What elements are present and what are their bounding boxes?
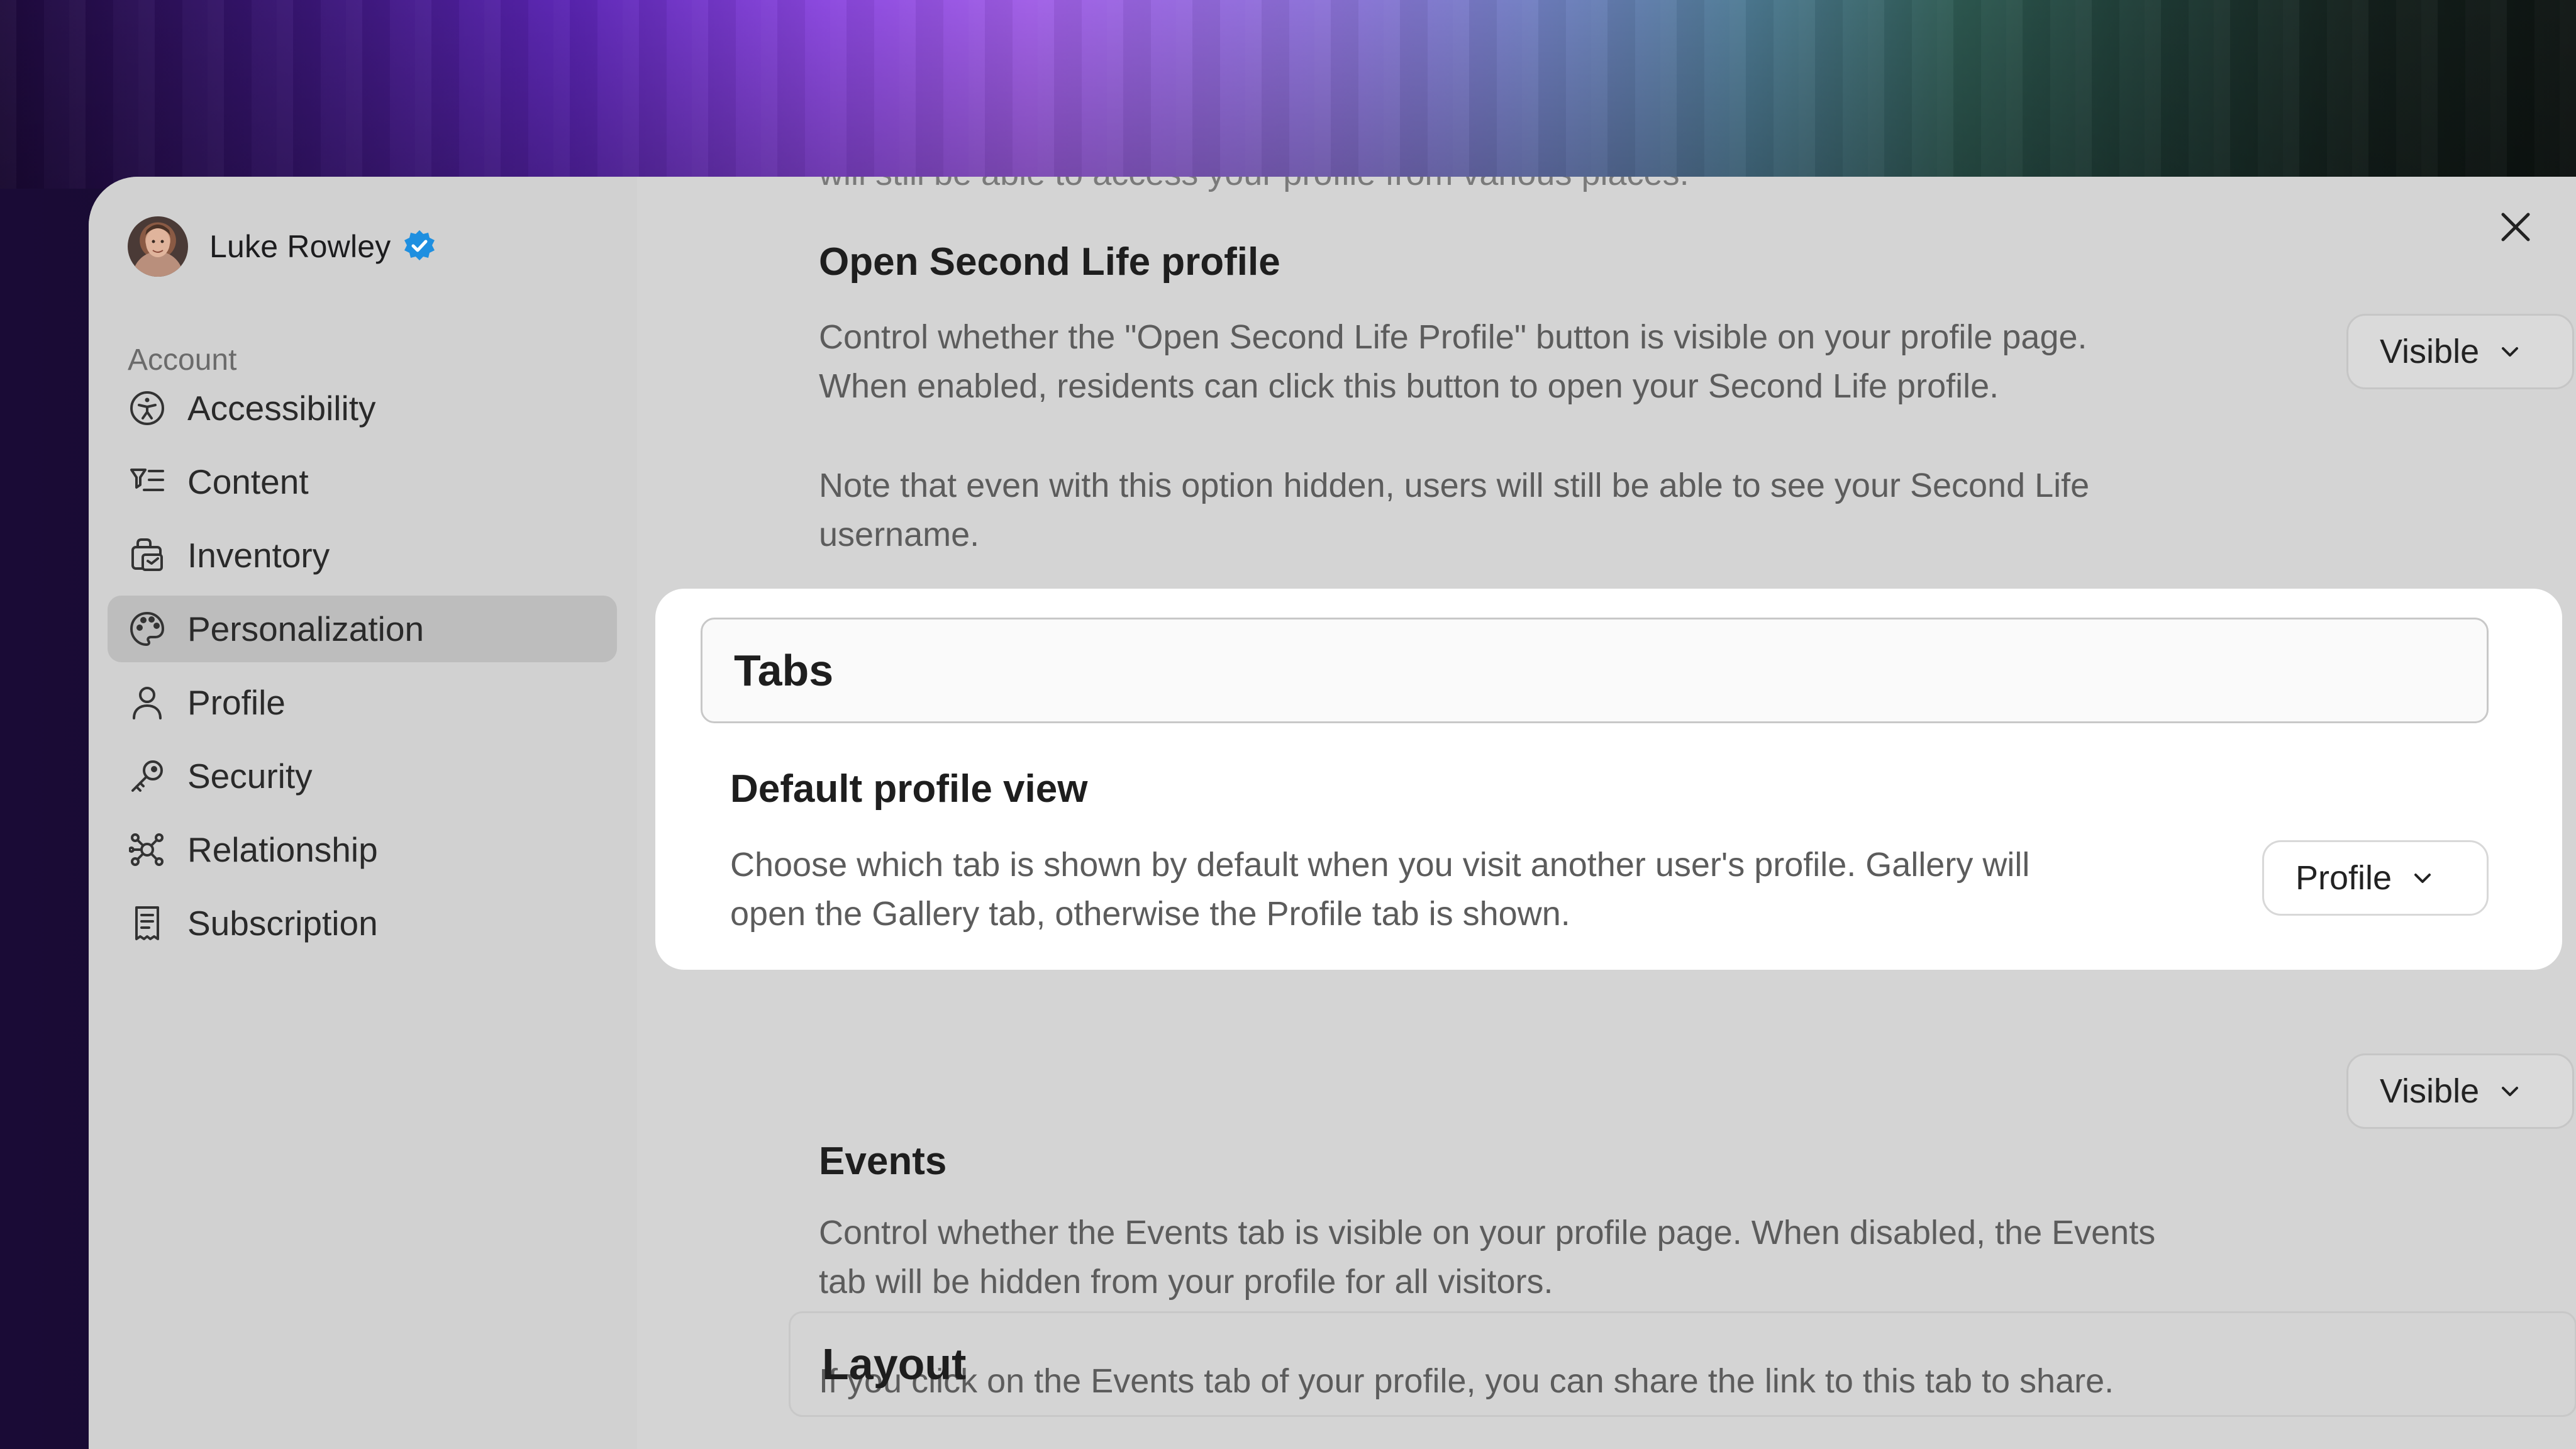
chevron-down-icon xyxy=(2502,347,2519,357)
sidebar-item-relationship[interactable]: Relationship xyxy=(108,816,617,883)
open-sl-profile-description-2: When enabled, residents can click this b… xyxy=(819,367,1999,405)
sidebar-nav: Accessibility Content Inventory Personal… xyxy=(108,375,617,963)
sidebar-section-label: Account xyxy=(128,343,237,377)
sidebar-item-profile[interactable]: Profile xyxy=(108,669,617,736)
sidebar-item-label: Inventory xyxy=(187,536,330,575)
user-name: Luke Rowley xyxy=(209,229,391,264)
tabs-section-header: Tabs xyxy=(701,618,2489,723)
layout-section-header: Layout xyxy=(789,1311,2576,1417)
sidebar-item-subscription[interactable]: Subscription xyxy=(108,890,617,957)
user-header[interactable]: Luke Rowley xyxy=(128,216,437,277)
accessibility-icon xyxy=(130,391,164,425)
avatar xyxy=(128,216,188,277)
events-description-2: tab will be hidden from your profile for… xyxy=(819,1263,1553,1301)
network-icon xyxy=(129,833,164,866)
cut-off-text: will still be able to access your profil… xyxy=(819,177,1689,198)
open-sl-profile-title: Open Second Life profile xyxy=(819,240,1280,284)
sidebar-item-label: Profile xyxy=(187,683,286,722)
default-profile-view-select[interactable]: Profile xyxy=(2262,840,2489,916)
key-icon xyxy=(131,760,163,792)
close-icon[interactable] xyxy=(2497,208,2534,246)
person-icon xyxy=(133,687,162,719)
open-sl-profile-visibility-select[interactable]: Visible xyxy=(2346,314,2574,389)
sidebar-item-accessibility[interactable]: Accessibility xyxy=(108,375,617,441)
sidebar: Luke Rowley Account Accessibility Conten… xyxy=(89,177,637,1449)
sidebar-item-label: Security xyxy=(187,757,313,796)
open-sl-profile-note-2: username. xyxy=(819,516,980,553)
sidebar-item-inventory[interactable]: Inventory xyxy=(108,522,617,589)
sidebar-item-content[interactable]: Content xyxy=(108,448,617,515)
chevron-down-icon xyxy=(2502,1087,2519,1096)
events-visibility-select[interactable]: Visible xyxy=(2346,1053,2574,1129)
sidebar-item-security[interactable]: Security xyxy=(108,743,617,809)
verified-badge-icon xyxy=(404,230,435,260)
sidebar-item-label: Content xyxy=(187,462,309,501)
events-title: Events xyxy=(819,1140,947,1183)
sidebar-item-label: Accessibility xyxy=(187,389,376,428)
open-sl-profile-note: Note that even with this option hidden, … xyxy=(819,467,2090,504)
dropdown-value: Visible xyxy=(2380,1072,2480,1110)
filter-list-icon xyxy=(130,469,164,491)
open-sl-profile-description: Control whether the "Open Second Life Pr… xyxy=(819,318,2087,356)
sidebar-item-label: Relationship xyxy=(187,830,378,869)
palette-icon xyxy=(130,612,164,646)
chevron-down-icon xyxy=(2414,874,2431,883)
receipt-icon xyxy=(135,906,159,940)
highlighted-tabs-section: Tabs Default profile view Choose which t… xyxy=(655,589,2562,970)
sidebar-item-personalization[interactable]: Personalization xyxy=(108,596,617,662)
sidebar-item-label: Subscription xyxy=(187,904,378,943)
dropdown-value: Visible xyxy=(2380,333,2480,370)
sidebar-item-label: Personalization xyxy=(187,609,425,648)
default-profile-view-description: Choose which tab is shown by default whe… xyxy=(730,846,2030,884)
dropdown-value: Profile xyxy=(2296,859,2392,897)
default-profile-view-description-2: open the Gallery tab, otherwise the Prof… xyxy=(730,895,1570,933)
inventory-bag-icon xyxy=(131,538,163,571)
events-description: Control whether the Events tab is visibl… xyxy=(819,1214,2156,1252)
default-profile-view-title: Default profile view xyxy=(730,767,1088,811)
